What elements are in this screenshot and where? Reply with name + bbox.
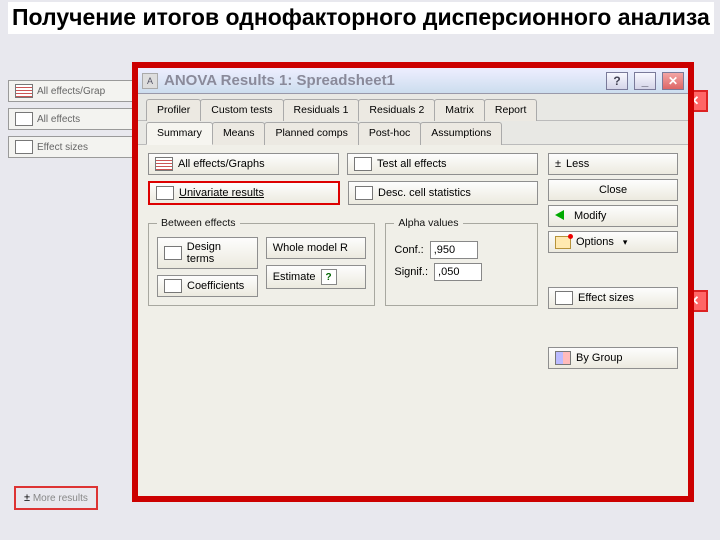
close-button[interactable]: ✕ (662, 72, 684, 90)
alpha-values-group: Alpha values Conf.: Signif.: (385, 217, 538, 306)
button-label: Close (599, 184, 627, 196)
tab-matrix[interactable]: Matrix (434, 99, 485, 121)
tab-means[interactable]: Means (212, 122, 266, 145)
button-label: Univariate results (179, 187, 264, 199)
bg-all-effects-graphs: All effects/Grap (8, 80, 138, 102)
button-label: Design terms (187, 241, 251, 265)
estimate-button[interactable]: Estimate ? (266, 265, 367, 289)
button-label: Estimate (273, 271, 316, 283)
between-legend: Between effects (157, 217, 240, 229)
button-label: Less (566, 158, 589, 170)
less-button[interactable]: ± Less (548, 153, 678, 175)
close-dialog-button[interactable]: Close (548, 179, 678, 201)
table-icon (555, 291, 573, 305)
group-icon (555, 351, 571, 365)
tab-report[interactable]: Report (484, 99, 538, 121)
all-effects-graphs-button[interactable]: All effects/Graphs (148, 153, 339, 175)
modify-button[interactable]: Modify (548, 205, 678, 227)
tab-assumptions[interactable]: Assumptions (420, 122, 502, 145)
signif-label: Signif.: (394, 266, 428, 278)
tabs-primary: Summary Means Planned comps Post-hoc Ass… (138, 121, 688, 145)
page-title: Получение итогов однофакторного дисперси… (8, 2, 714, 34)
titlebar: A ANOVA Results 1: Spreadsheet1 ? _ ✕ (138, 68, 688, 94)
button-label: Desc. cell statistics (378, 187, 471, 199)
table-icon (164, 279, 182, 293)
conf-input[interactable] (430, 241, 478, 259)
alpha-legend: Alpha values (394, 217, 462, 229)
design-terms-button[interactable]: Design terms (157, 237, 258, 269)
options-dropdown[interactable]: Options (548, 231, 678, 253)
help-icon[interactable]: ? (321, 269, 337, 285)
signif-input[interactable] (434, 263, 482, 281)
button-label: By Group (576, 352, 622, 364)
between-effects-group: Between effects Design terms Coefficient… (148, 217, 375, 306)
button-label: Options (576, 236, 614, 248)
table-icon (164, 246, 182, 260)
tab-custom-tests[interactable]: Custom tests (200, 99, 283, 121)
table-icon (15, 140, 33, 154)
table-icon (355, 186, 373, 200)
bg-all-effects: All effects (8, 108, 138, 130)
test-all-effects-button[interactable]: Test all effects (347, 153, 538, 175)
dialog-window: A ANOVA Results 1: Spreadsheet1 ? _ ✕ Pr… (132, 62, 694, 502)
button-label: Modify (574, 210, 606, 222)
whole-model-r-button[interactable]: Whole model R (266, 237, 367, 259)
table-icon (156, 186, 174, 200)
button-label: Effect sizes (578, 292, 634, 304)
tabs-secondary: Profiler Custom tests Residuals 1 Residu… (138, 94, 688, 121)
tab-summary[interactable]: Summary (146, 122, 213, 145)
bg-more-results: ± More results (14, 486, 98, 510)
button-label: Coefficients (187, 280, 244, 292)
button-label: Whole model R (273, 242, 348, 254)
tab-planned-comps[interactable]: Planned comps (264, 122, 358, 145)
help-button[interactable]: ? (606, 72, 628, 90)
table-icon (354, 157, 372, 171)
conf-label: Conf.: (394, 244, 423, 256)
dialog-title: ANOVA Results 1: Spreadsheet1 (164, 72, 395, 89)
arrow-left-icon (555, 210, 569, 222)
table-icon (15, 112, 33, 126)
grid-icon (15, 84, 33, 98)
bg-effect-sizes: Effect sizes (8, 136, 138, 158)
desc-cell-statistics-button[interactable]: Desc. cell statistics (348, 181, 538, 205)
by-group-button[interactable]: By Group (548, 347, 678, 369)
chart-icon (155, 157, 173, 171)
effect-sizes-button[interactable]: Effect sizes (548, 287, 678, 309)
minimize-button[interactable]: _ (634, 72, 656, 90)
tab-post-hoc[interactable]: Post-hoc (358, 122, 421, 145)
options-icon (555, 236, 571, 249)
button-label: All effects/Graphs (178, 158, 265, 170)
app-icon: A (142, 73, 158, 89)
tab-residuals-2[interactable]: Residuals 2 (358, 99, 435, 121)
toggle-icon: ± (555, 158, 561, 170)
tab-profiler[interactable]: Profiler (146, 99, 201, 121)
tab-residuals-1[interactable]: Residuals 1 (283, 99, 360, 121)
univariate-results-button[interactable]: Univariate results (148, 181, 340, 205)
button-label: Test all effects (377, 158, 447, 170)
coefficients-button[interactable]: Coefficients (157, 275, 258, 297)
